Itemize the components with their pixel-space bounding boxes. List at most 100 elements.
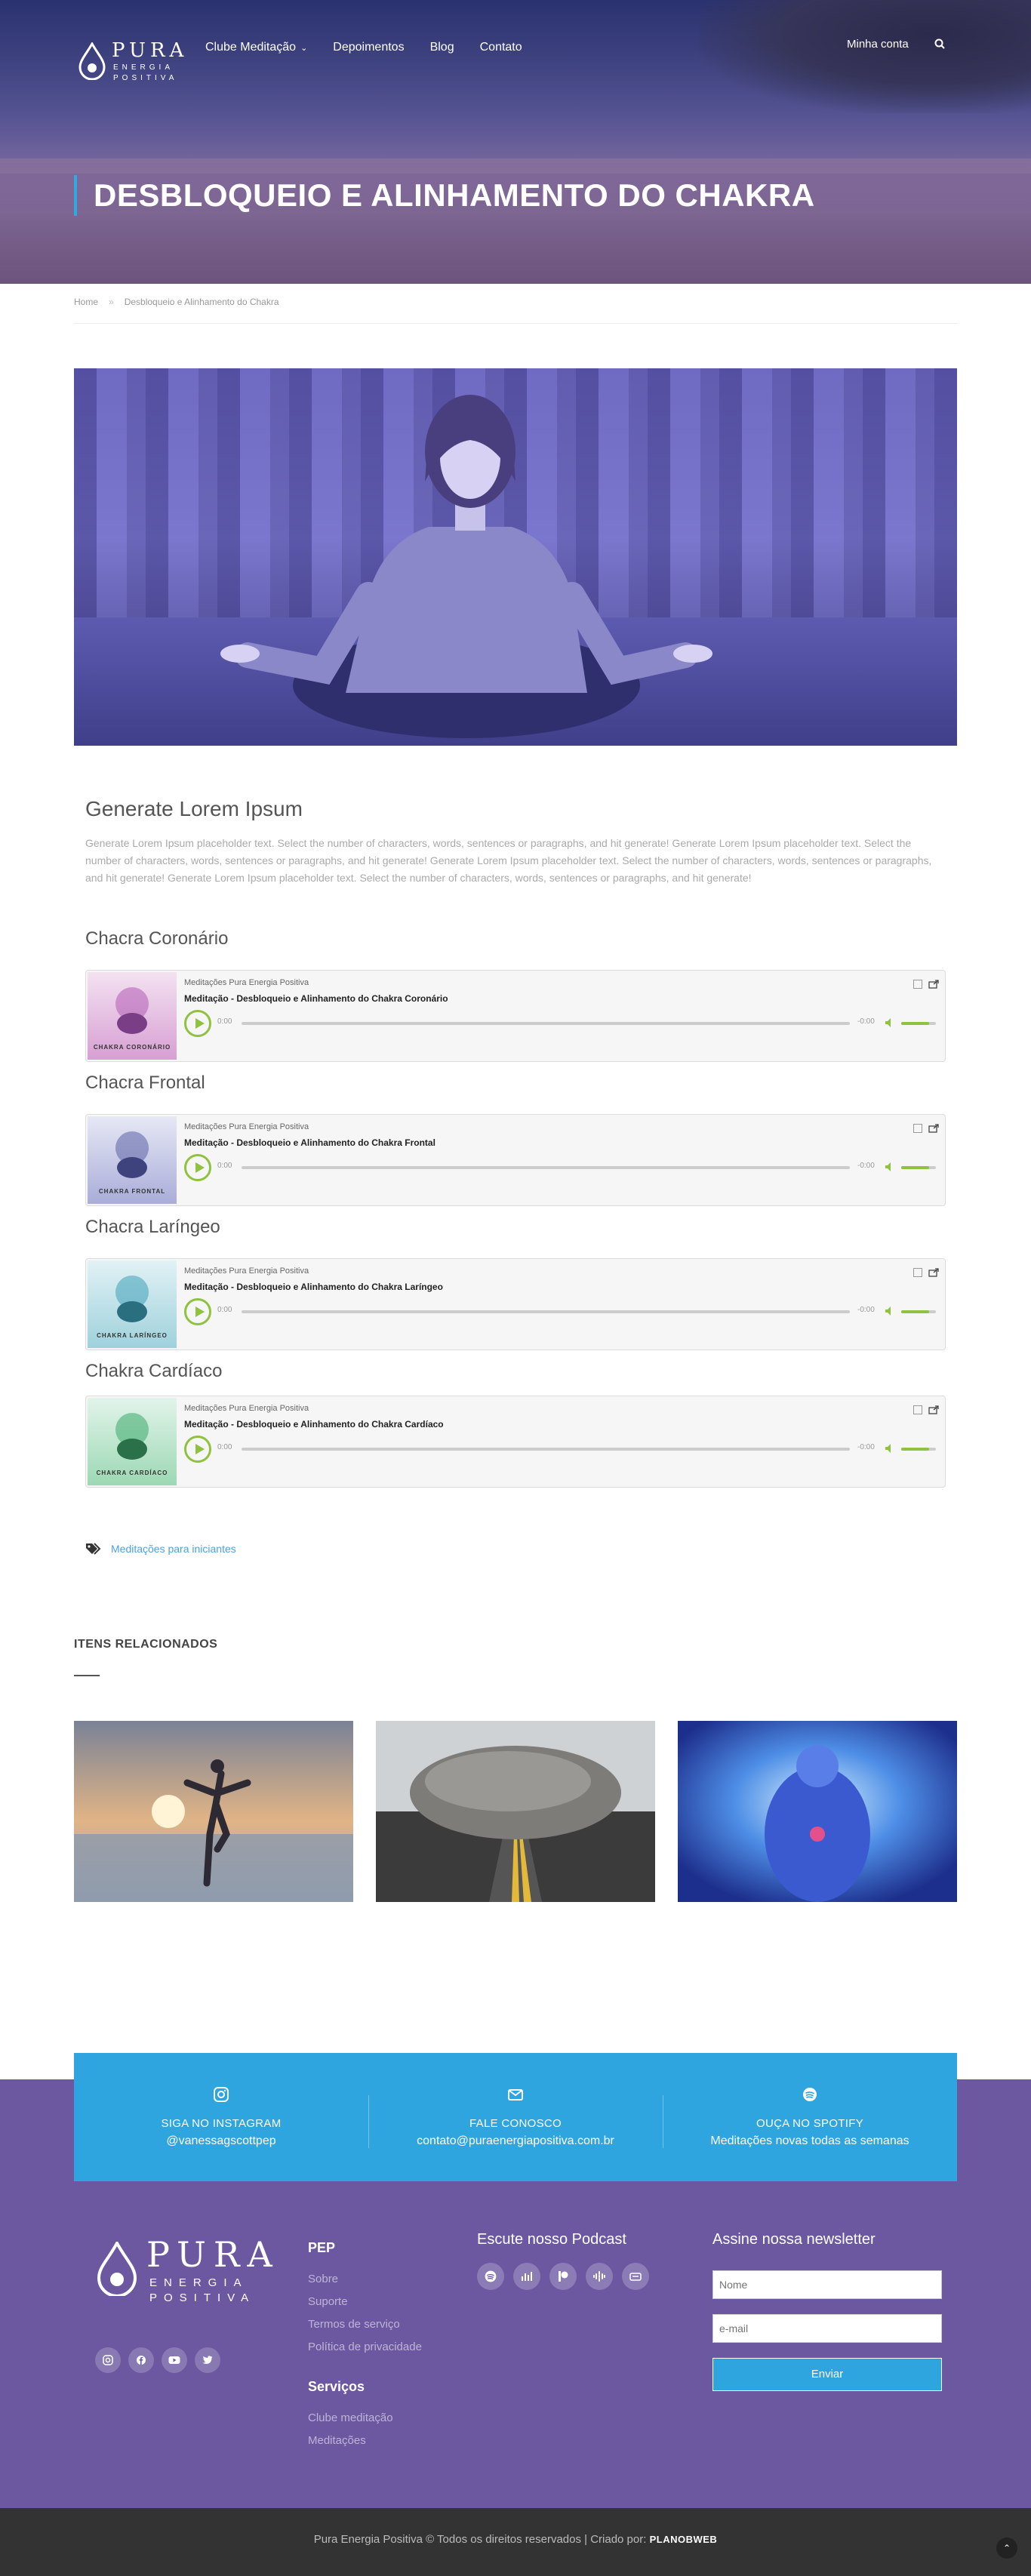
copyright: Pura Energia Positiva © Todos os direito… (0, 2533, 1031, 2546)
name-field[interactable] (712, 2270, 942, 2299)
nav-blog[interactable]: Blog (430, 41, 454, 54)
share-icon[interactable] (928, 980, 939, 989)
logo-name: PURA (146, 2234, 280, 2275)
player-brand: Meditações Pura Energia Positiva (184, 1266, 309, 1276)
email-field[interactable] (712, 2314, 942, 2343)
play-button[interactable] (184, 1298, 211, 1325)
player-brand: Meditações Pura Energia Positiva (184, 1122, 309, 1131)
meditating-woman-illustration (220, 395, 712, 738)
tag-link[interactable]: Meditações para iniciantes (111, 1543, 236, 1555)
chakra-heading: Chacra Frontal (85, 1073, 205, 1093)
download-icon[interactable] (913, 1405, 922, 1414)
remaining-time: -0:00 (857, 1162, 875, 1170)
play-button[interactable] (184, 1010, 211, 1037)
track-artwork: CHAKRA CARDÍACO (88, 1398, 177, 1485)
search-icon[interactable] (934, 38, 947, 51)
volume-icon[interactable] (885, 1443, 895, 1454)
account-link[interactable]: Minha conta (847, 38, 909, 51)
patreon-icon[interactable] (549, 2263, 577, 2290)
creator-logo[interactable]: PLANOBWEB (650, 2534, 718, 2545)
breadcrumb-home[interactable]: Home (74, 297, 98, 307)
download-icon[interactable] (913, 1268, 922, 1277)
spotify-icon (803, 2088, 817, 2101)
audio-player: CHAKRA CORONÁRIO Meditações Pura Energia… (85, 970, 946, 1062)
elapsed-time: 0:00 (217, 1017, 232, 1026)
footer-link[interactable]: Termos de serviço (308, 2313, 422, 2336)
contact-spotify[interactable]: OUÇA NO SPOTIFY Meditações novas todas a… (663, 2086, 957, 2148)
related-heading: ITENS RELACIONADOS (74, 1638, 218, 1651)
volume-slider[interactable] (901, 1448, 936, 1451)
artwork-label: CHAKRA LARÍNGEO (97, 1332, 168, 1339)
radio-icon[interactable] (622, 2263, 649, 2290)
elapsed-time: 0:00 (217, 1162, 232, 1170)
share-icon[interactable] (928, 1405, 939, 1414)
page-title: DESBLOQUEIO E ALINHAMENTO DO CHAKRA (94, 177, 815, 213)
article-body: Generate Lorem Ipsum placeholder text. S… (85, 837, 932, 884)
twitter-icon[interactable] (195, 2347, 220, 2373)
logo-name: PURA (112, 39, 189, 62)
track-title: Meditação - Desbloqueio e Alinhamento do… (184, 1419, 444, 1430)
logo-line1: ENERGIA (113, 63, 174, 72)
progress-bar[interactable] (242, 1022, 850, 1025)
contact-instagram[interactable]: SIGA NO INSTAGRAM @vanessagscottpep (74, 2086, 368, 2148)
progress-bar[interactable] (242, 1166, 850, 1169)
hero-banner: PURA ENERGIA POSITIVA Clube Meditação ⌄ D… (0, 0, 1031, 284)
track-title: Meditação - Desbloqueio e Alinhamento do… (184, 1137, 435, 1148)
contact-label: FALE CONOSCO (469, 2117, 562, 2130)
progress-bar[interactable] (242, 1448, 850, 1451)
nav-contato[interactable]: Contato (480, 41, 522, 54)
nav-clube-meditacao[interactable]: Clube Meditação ⌄ (205, 41, 307, 54)
site-logo[interactable]: PURA ENERGIA POSITIVA (78, 38, 184, 86)
instagram-icon (214, 2087, 229, 2102)
footer-logo[interactable]: PURA ENERGIA POSITIVA (97, 2234, 272, 2304)
progress-bar[interactable] (242, 1310, 850, 1313)
newsletter-submit-button[interactable]: Enviar (712, 2358, 942, 2391)
logo-line2: POSITIVA (113, 74, 178, 82)
instagram-icon[interactable] (95, 2347, 121, 2373)
track-artwork: CHAKRA LARÍNGEO (88, 1260, 177, 1348)
download-icon[interactable] (913, 980, 922, 989)
volume-icon[interactable] (885, 1162, 895, 1172)
yoga-sunset-image (74, 1721, 353, 1902)
footer-link[interactable]: Clube meditação (308, 2407, 393, 2430)
artwork-label: CHAKRA CORONÁRIO (93, 1044, 171, 1051)
footer-column-title: Serviços (308, 2379, 365, 2394)
volume-level (901, 1022, 929, 1025)
anchor-icon[interactable] (513, 2263, 540, 2290)
related-item-boulder[interactable] (376, 1721, 655, 1902)
share-icon[interactable] (928, 1124, 939, 1133)
envelope-icon (508, 2089, 523, 2101)
track-title: Meditação - Desbloqueio e Alinhamento do… (184, 1282, 443, 1292)
back-to-top-button[interactable]: ⌃ (996, 2538, 1017, 2559)
logo-line1: ENERGIA (149, 2276, 248, 2289)
google-podcasts-icon[interactable] (586, 2263, 613, 2290)
youtube-icon[interactable] (162, 2347, 187, 2373)
play-button[interactable] (184, 1436, 211, 1463)
podcast-links (477, 2263, 649, 2290)
related-item-energy-body[interactable] (678, 1721, 957, 1902)
volume-slider[interactable] (901, 1022, 936, 1025)
contact-email[interactable]: FALE CONOSCO contato@puraenergiapositiva… (368, 2086, 663, 2148)
volume-level (901, 1448, 929, 1451)
footer-link[interactable]: Sobre (308, 2268, 422, 2291)
volume-slider[interactable] (901, 1310, 936, 1313)
play-button[interactable] (184, 1154, 211, 1181)
spotify-icon[interactable] (477, 2263, 504, 2290)
hero-rock (699, 0, 1031, 113)
volume-icon[interactable] (885, 1306, 895, 1316)
footer-link[interactable]: Política de privacidade (308, 2336, 422, 2359)
drop-logo-icon (78, 42, 106, 80)
download-icon[interactable] (913, 1124, 922, 1133)
volume-icon[interactable] (885, 1017, 895, 1028)
elapsed-time: 0:00 (217, 1306, 232, 1314)
chakra-heading: Chakra Cardíaco (85, 1361, 223, 1381)
featured-image (74, 368, 957, 746)
share-icon[interactable] (928, 1268, 939, 1277)
artwork-label: CHAKRA CARDÍACO (96, 1470, 168, 1476)
footer-link[interactable]: Suporte (308, 2291, 422, 2313)
related-item-yoga[interactable] (74, 1721, 353, 1902)
footer-link[interactable]: Meditações (308, 2430, 393, 2452)
volume-slider[interactable] (901, 1166, 936, 1169)
nav-depoimentos[interactable]: Depoimentos (333, 41, 404, 54)
facebook-icon[interactable] (128, 2347, 154, 2373)
